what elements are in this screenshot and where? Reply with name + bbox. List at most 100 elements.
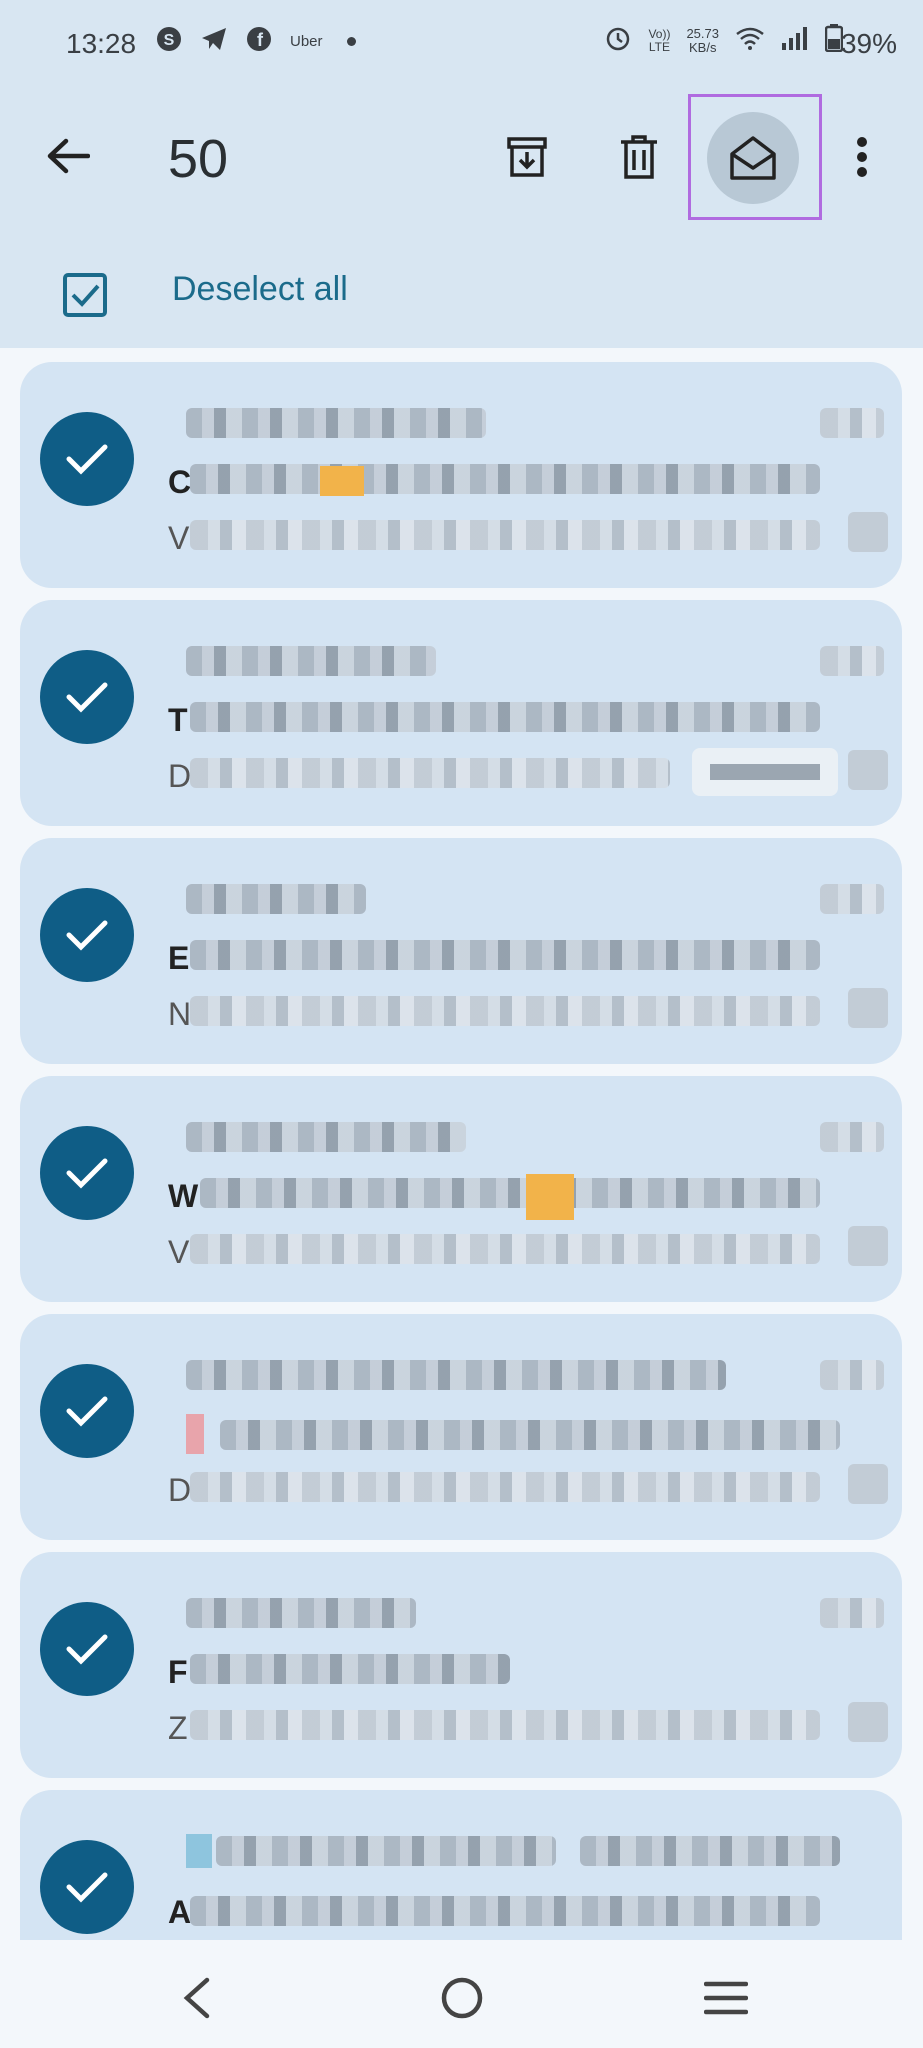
email-subject [190, 1896, 820, 1926]
check-icon [66, 444, 108, 475]
email-subject-fragment [580, 1836, 840, 1866]
email-subject [220, 1420, 840, 1450]
check-icon [66, 1158, 108, 1189]
email-date [820, 408, 884, 438]
email-preview [190, 1472, 820, 1502]
emoji-pixel [186, 1414, 204, 1454]
selected-check[interactable] [40, 650, 134, 744]
check-icon [66, 1634, 108, 1665]
preview-initial: Z [168, 1710, 188, 1746]
sender-name [186, 884, 366, 914]
notification-icons: S f Uber [156, 26, 356, 57]
email-date [820, 1122, 884, 1152]
email-item[interactable]: F Z [20, 1552, 902, 1778]
star-icon[interactable] [848, 512, 888, 552]
selected-check[interactable] [40, 412, 134, 506]
email-date [820, 1360, 884, 1390]
email-item[interactable]: D [20, 1314, 902, 1540]
nav-back-button[interactable] [160, 1962, 232, 2034]
select-all-checkbox[interactable] [58, 268, 112, 322]
email-subject [190, 702, 820, 732]
star-icon[interactable] [848, 750, 888, 790]
sender-name [186, 408, 486, 438]
dot-icon [346, 37, 356, 46]
email-preview [190, 1710, 820, 1740]
nav-home-icon [441, 1977, 483, 2019]
sender-name [186, 1360, 726, 1390]
checkbox-checked-icon [63, 273, 107, 317]
star-icon[interactable] [848, 1226, 888, 1266]
skype-icon: S [156, 26, 182, 57]
email-date [820, 1598, 884, 1628]
status-bar: 13:28 S f Uber Vo)) LTE 25.73 KB/s 39% [0, 0, 923, 88]
preview-initial: V [168, 1234, 190, 1270]
wifi-icon [735, 26, 765, 55]
emoji-pixel [186, 1834, 212, 1868]
attachment-chip [692, 748, 838, 796]
nav-recents-icon [704, 1981, 748, 2015]
telegram-icon [200, 26, 228, 57]
emoji-pixel [320, 466, 364, 496]
sender-name [186, 646, 436, 676]
back-button[interactable] [36, 124, 100, 188]
battery-percent: 39% [840, 28, 897, 59]
svg-text:f: f [257, 30, 264, 50]
nav-recents-button[interactable] [690, 1962, 762, 2034]
email-item[interactable]: A [20, 1790, 902, 1950]
more-options-button[interactable] [840, 124, 884, 190]
email-subject [190, 464, 820, 494]
sender-name [216, 1836, 556, 1866]
alarm-icon [604, 24, 632, 57]
email-preview [190, 996, 820, 1026]
volte-indicator: Vo)) LTE [648, 26, 671, 54]
network-speed: 25.73 KB/s [686, 25, 719, 55]
star-icon[interactable] [848, 1464, 888, 1504]
archive-icon [507, 137, 547, 177]
back-arrow-icon [47, 138, 90, 174]
lte-label: LTE [648, 39, 670, 54]
more-vert-icon [857, 137, 867, 177]
preview-initial: D [168, 758, 192, 794]
selected-check[interactable] [40, 1602, 134, 1696]
star-icon[interactable] [848, 1702, 888, 1742]
check-icon [66, 1396, 108, 1427]
selected-count: 50 [168, 129, 229, 189]
subject-initial: F [168, 1654, 188, 1690]
speed-value: 25.73 [686, 25, 719, 41]
system-navigation-bar [0, 1940, 923, 2048]
subject-initial: W [168, 1178, 199, 1214]
email-item[interactable]: C V [20, 362, 902, 588]
email-item[interactable]: W V [20, 1076, 902, 1302]
archive-button[interactable] [494, 124, 560, 190]
email-subject [190, 940, 820, 970]
email-subject [200, 1178, 820, 1208]
star-icon[interactable] [848, 988, 888, 1028]
selected-check[interactable] [40, 1364, 134, 1458]
status-time: 13:28 [66, 28, 137, 59]
emoji-pixel [526, 1174, 574, 1220]
selected-check[interactable] [40, 888, 134, 982]
email-subject [190, 1654, 510, 1684]
selected-check[interactable] [40, 1126, 134, 1220]
sender-name [186, 1122, 466, 1152]
facebook-icon: f [246, 26, 272, 57]
preview-initial: D [168, 1472, 192, 1508]
delete-button[interactable] [606, 124, 672, 190]
nav-home-button[interactable] [426, 1962, 498, 2034]
volte-label: Vo)) [648, 26, 671, 41]
signal-icon [781, 25, 809, 56]
check-icon [66, 1872, 108, 1903]
highlight-frame [688, 94, 822, 220]
uber-label: Uber [290, 33, 323, 50]
email-item[interactable]: T D [20, 600, 902, 826]
selected-check[interactable] [40, 1840, 134, 1934]
speed-unit: KB/s [688, 39, 717, 55]
svg-text:S: S [164, 32, 175, 49]
deselect-all-button[interactable]: Deselect all [172, 270, 348, 309]
subject-initial: C [168, 464, 192, 500]
subject-initial: E [168, 940, 190, 976]
email-item[interactable]: E N [20, 838, 902, 1064]
selection-toolbar: 50 Deselect all [0, 88, 923, 348]
system-icons: Vo)) LTE 25.73 KB/s [604, 24, 844, 57]
email-list: C V T D E N W V D F Z A [0, 350, 923, 1950]
